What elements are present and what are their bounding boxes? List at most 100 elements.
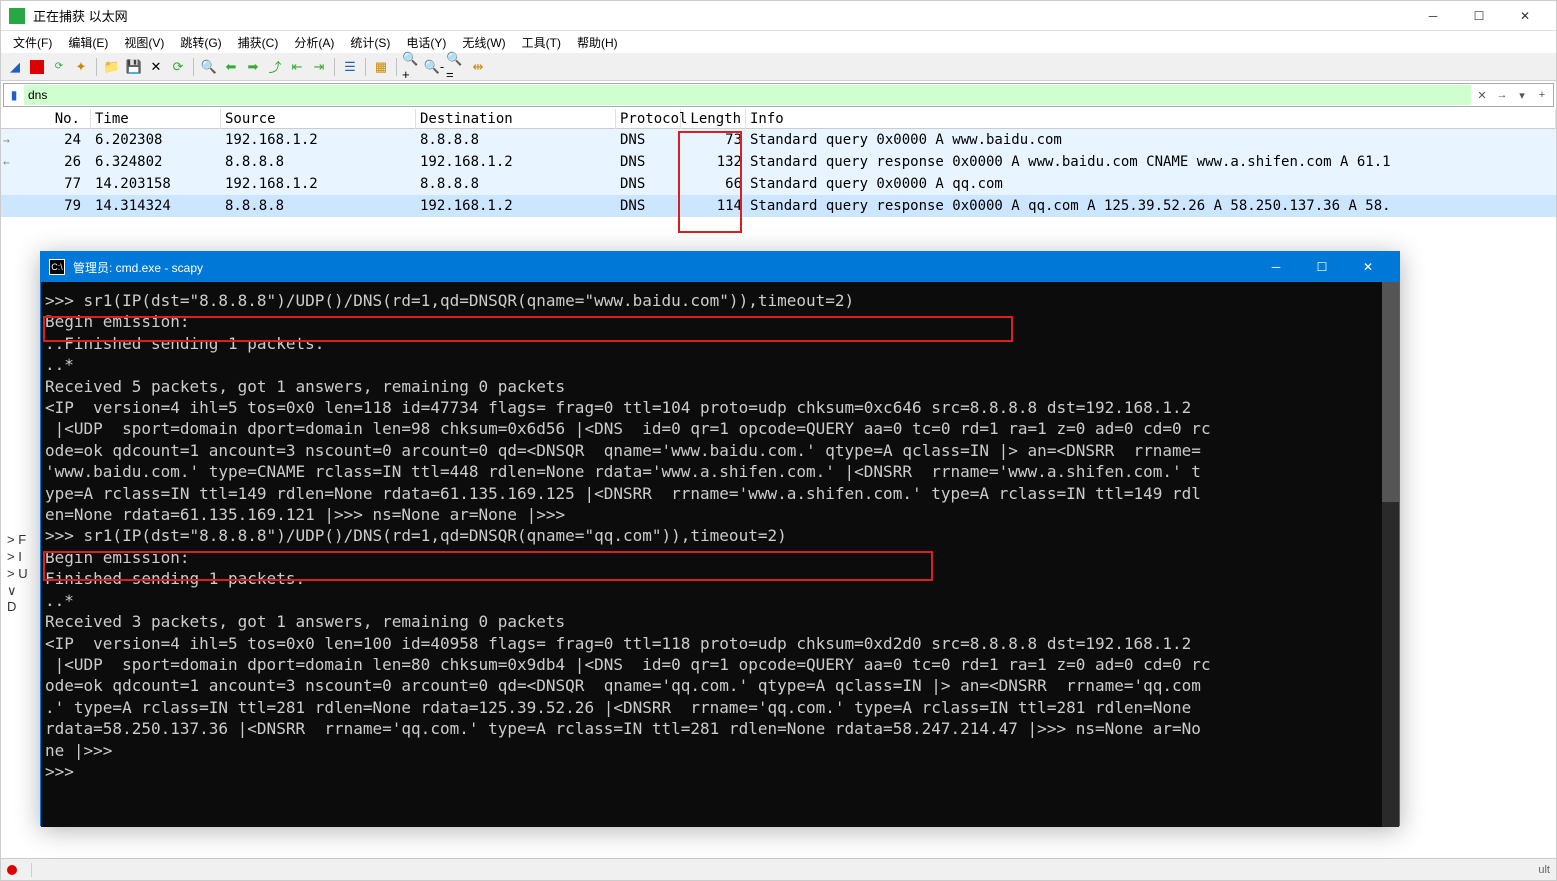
menu-capture[interactable]: 捕获(C) xyxy=(230,32,287,53)
packet-row[interactable]: 79 14.314324 8.8.8.8 192.168.1.2 DNS 114… xyxy=(1,195,1556,217)
cell-no: 77 xyxy=(1,174,91,194)
cmd-title: 管理员: cmd.exe - scapy xyxy=(73,259,1253,276)
cmd-scrollbar[interactable] xyxy=(1382,282,1399,827)
zoom-in-icon[interactable]: 🔍+ xyxy=(402,57,422,77)
packet-rows: → 24 6.202308 192.168.1.2 8.8.8.8 DNS 73… xyxy=(1,129,1556,217)
cell-len: 132 xyxy=(681,152,746,172)
filter-dropdown-icon[interactable]: ▾ xyxy=(1513,86,1531,104)
cell-src: 8.8.8.8 xyxy=(221,196,416,216)
packet-details-tree: > F > I > U ∨ D xyxy=(3,531,33,615)
cell-time: 14.203158 xyxy=(91,174,221,194)
close-file-icon[interactable]: ✕ xyxy=(146,57,166,77)
cell-info: Standard query 0x0000 A qq.com xyxy=(746,174,1556,194)
cell-dst: 192.168.1.2 xyxy=(416,152,616,172)
menu-statistics[interactable]: 统计(S) xyxy=(342,32,398,53)
save-file-icon[interactable]: 💾 xyxy=(124,57,144,77)
tree-item[interactable]: > F xyxy=(3,531,33,548)
separator xyxy=(193,58,194,76)
close-button[interactable]: ✕ xyxy=(1502,1,1548,31)
cell-len: 66 xyxy=(681,174,746,194)
recording-indicator-icon xyxy=(7,865,17,875)
display-filter-bar: ▮ ✕ → ▾ + xyxy=(3,83,1554,107)
statusbar: ult xyxy=(1,858,1556,880)
stop-capture-icon[interactable] xyxy=(27,57,47,77)
status-right: ult xyxy=(1538,864,1550,876)
menu-go[interactable]: 跳转(G) xyxy=(172,32,229,53)
menu-analyze[interactable]: 分析(A) xyxy=(286,32,342,53)
cell-proto: DNS xyxy=(616,196,681,216)
go-back-icon[interactable]: ⬅ xyxy=(221,57,241,77)
cmd-scrollbar-thumb[interactable] xyxy=(1382,282,1399,502)
filter-bookmark-icon[interactable]: ▮ xyxy=(4,88,24,102)
wireshark-titlebar: 正在捕获 以太网 ─ ☐ ✕ xyxy=(1,1,1556,31)
menu-tools[interactable]: 工具(T) xyxy=(514,32,569,53)
cmd-body[interactable]: >>> sr1(IP(dst="8.8.8.8")/UDP()/DNS(rd=1… xyxy=(41,282,1399,827)
cmd-maximize-button[interactable]: ☐ xyxy=(1299,252,1345,282)
wireshark-app-icon xyxy=(9,8,25,24)
open-file-icon[interactable]: 📁 xyxy=(102,57,122,77)
go-to-packet-icon[interactable]: ⤴ xyxy=(265,57,285,77)
packet-list: No. Time Source Destination Protocol Len… xyxy=(1,109,1556,217)
cell-info: Standard query response 0x0000 A qq.com … xyxy=(746,196,1556,216)
menu-view[interactable]: 视图(V) xyxy=(116,32,172,53)
reload-icon[interactable]: ⟳ xyxy=(168,57,188,77)
menu-telephony[interactable]: 电话(Y) xyxy=(398,32,454,53)
cmd-window: C:\ 管理员: cmd.exe - scapy ─ ☐ ✕ >>> sr1(I… xyxy=(40,251,1400,826)
cell-no: 24 xyxy=(1,130,91,150)
col-header-length[interactable]: Length xyxy=(681,109,746,129)
menu-edit[interactable]: 编辑(E) xyxy=(60,32,116,53)
go-first-icon[interactable]: ⇤ xyxy=(287,57,307,77)
packet-list-header: No. Time Source Destination Protocol Len… xyxy=(1,109,1556,129)
col-header-destination[interactable]: Destination xyxy=(416,109,616,129)
autoscroll-icon[interactable]: ☰ xyxy=(340,57,360,77)
cell-dst: 8.8.8.8 xyxy=(416,174,616,194)
cell-no: 79 xyxy=(1,196,91,216)
filter-apply-icon[interactable]: → xyxy=(1493,86,1511,104)
cell-time: 6.202308 xyxy=(91,130,221,150)
menu-wireless[interactable]: 无线(W) xyxy=(454,32,513,53)
resize-columns-icon[interactable]: ⇹ xyxy=(468,57,488,77)
cell-time: 6.324802 xyxy=(91,152,221,172)
minimize-button[interactable]: ─ xyxy=(1410,1,1456,31)
cell-len: 114 xyxy=(681,196,746,216)
menubar: 文件(F) 编辑(E) 视图(V) 跳转(G) 捕获(C) 分析(A) 统计(S… xyxy=(1,31,1556,53)
toolbar: ◢ ⟳ ✦ 📁 💾 ✕ ⟳ 🔍 ⬅ ➡ ⤴ ⇤ ⇥ ☰ ▦ 🔍+ 🔍- 🔍= ⇹ xyxy=(1,53,1556,81)
col-header-no[interactable]: No. xyxy=(1,109,91,129)
capture-options-icon[interactable]: ✦ xyxy=(71,57,91,77)
display-filter-input[interactable] xyxy=(24,85,1471,105)
restart-capture-icon[interactable]: ⟳ xyxy=(49,57,69,77)
cell-time: 14.314324 xyxy=(91,196,221,216)
tree-item[interactable]: > I xyxy=(3,548,33,565)
go-forward-icon[interactable]: ➡ xyxy=(243,57,263,77)
filter-clear-icon[interactable]: ✕ xyxy=(1473,86,1491,104)
packet-row[interactable]: → 24 6.202308 192.168.1.2 8.8.8.8 DNS 73… xyxy=(1,129,1556,151)
go-last-icon[interactable]: ⇥ xyxy=(309,57,329,77)
maximize-button[interactable]: ☐ xyxy=(1456,1,1502,31)
col-header-time[interactable]: Time xyxy=(91,109,221,129)
cmd-close-button[interactable]: ✕ xyxy=(1345,252,1391,282)
colorize-icon[interactable]: ▦ xyxy=(371,57,391,77)
col-header-source[interactable]: Source xyxy=(221,109,416,129)
tree-item[interactable]: > U xyxy=(3,565,33,582)
zoom-reset-icon[interactable]: 🔍= xyxy=(446,57,466,77)
cell-src: 192.168.1.2 xyxy=(221,174,416,194)
start-capture-icon[interactable]: ◢ xyxy=(5,57,25,77)
cell-info: Standard query 0x0000 A www.baidu.com xyxy=(746,130,1556,150)
packet-row[interactable]: 77 14.203158 192.168.1.2 8.8.8.8 DNS 66 … xyxy=(1,173,1556,195)
separator xyxy=(396,58,397,76)
tree-item[interactable]: ∨ D xyxy=(3,582,33,615)
zoom-out-icon[interactable]: 🔍- xyxy=(424,57,444,77)
find-icon[interactable]: 🔍 xyxy=(199,57,219,77)
menu-file[interactable]: 文件(F) xyxy=(5,32,60,53)
cmd-output: >>> sr1(IP(dst="8.8.8.8")/UDP()/DNS(rd=1… xyxy=(41,282,1399,790)
cell-dst: 8.8.8.8 xyxy=(416,130,616,150)
packet-row[interactable]: ← 26 6.324802 8.8.8.8 192.168.1.2 DNS 13… xyxy=(1,151,1556,173)
col-header-info[interactable]: Info xyxy=(746,109,1556,129)
cell-src: 8.8.8.8 xyxy=(221,152,416,172)
menu-help[interactable]: 帮助(H) xyxy=(569,32,626,53)
filter-add-icon[interactable]: + xyxy=(1533,86,1551,104)
col-header-protocol[interactable]: Protocol xyxy=(616,109,681,129)
window-title: 正在捕获 以太网 xyxy=(33,6,1410,25)
cmd-titlebar[interactable]: C:\ 管理员: cmd.exe - scapy ─ ☐ ✕ xyxy=(41,252,1399,282)
cmd-minimize-button[interactable]: ─ xyxy=(1253,252,1299,282)
